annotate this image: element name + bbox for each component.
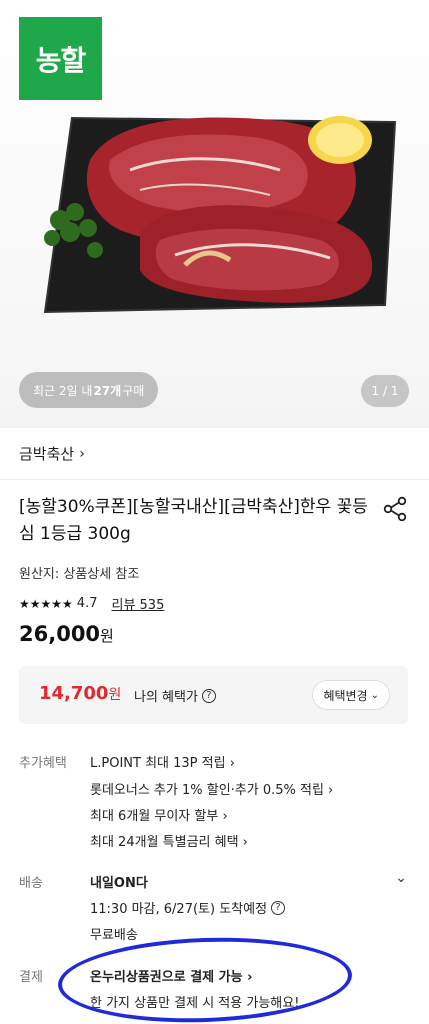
image-page-counter: 1 / 1 [361,375,409,407]
brand-link[interactable]: 금박축산 › [0,428,429,480]
rating-value: 4.7 [76,596,98,611]
recent-suffix: 구매 [122,383,145,398]
change-benefit-label: 혜택변경 [323,688,368,703]
star-rating-icon: ★★★★★ [19,596,73,611]
help-icon[interactable]: ? [201,688,216,703]
extra-benefit-label: 추가혜택 [19,756,67,771]
expand-delivery-icon[interactable]: ⌄ [395,870,407,886]
recent-count: 27개 [93,383,122,398]
extra-benefit-item[interactable]: 최대 6개월 무이자 할부 › [90,805,228,824]
chevron-down-icon: ⌄ [370,689,379,701]
share-icon[interactable] [382,496,408,522]
origin-info: 원산지: 상품상세 참조 [19,567,140,582]
delivery-schedule-row: 11:30 마감, 6/27(토) 도착예정 ? [90,898,286,917]
help-icon[interactable]: ? [271,900,286,915]
extra-benefit-item[interactable]: 롯데오너스 추가 1% 할인·추가 0.5% 적립 › [90,779,333,798]
payment-label: 결제 [19,970,43,985]
recent-purchase-chip: 최근 2일 내 27개 구매 [19,372,159,408]
product-title: [농할30%쿠폰][농할국내산][금박축산]한우 꽃등심 1등급 300g [19,497,368,544]
highlight-annotation-circle [56,932,354,1024]
recent-prefix: 최근 2일 내 [33,383,93,398]
benefit-label-text: 나의 혜택가 [134,690,198,705]
extra-benefit-item[interactable]: 최대 24개월 특별금리 혜택 › [90,831,248,850]
rating-row: ★★★★★ 4.7 리뷰 535 [19,594,164,613]
product-hero[interactable]: 농할 최근 2일 내 27개 구매 1 / 1 [0,0,429,428]
benefit-price: 14,700원 [39,683,121,704]
delivery-schedule: 11:30 마감, 6/27(토) 도착예정 [90,902,268,917]
chevron-right-icon: › [79,445,85,462]
steak-product-image [43,116,397,314]
price-value: 26,000 [19,622,101,646]
delivery-label: 배송 [19,876,43,891]
benefit-price-value: 14,700 [39,683,109,704]
delivery-fee: 무료배송 [90,928,138,943]
price-unit: 원 [100,627,114,645]
benefit-price-box: 14,700원 나의 혜택가 ? 혜택변경 ⌄ [19,666,408,724]
extra-benefit-item[interactable]: L.POINT 최대 13P 적립 › [90,752,235,771]
change-benefit-button[interactable]: 혜택변경 ⌄ [312,680,390,710]
review-link[interactable]: 리뷰 535 [111,594,164,613]
delivery-type: 내일ON다 [90,876,148,891]
brand-name: 금박축산 [19,445,75,463]
original-price: 26,000원 [19,622,114,646]
nonghal-badge: 농할 [19,17,102,100]
benefit-price-unit: 원 [108,687,122,703]
benefit-label: 나의 혜택가 ? [134,686,216,705]
